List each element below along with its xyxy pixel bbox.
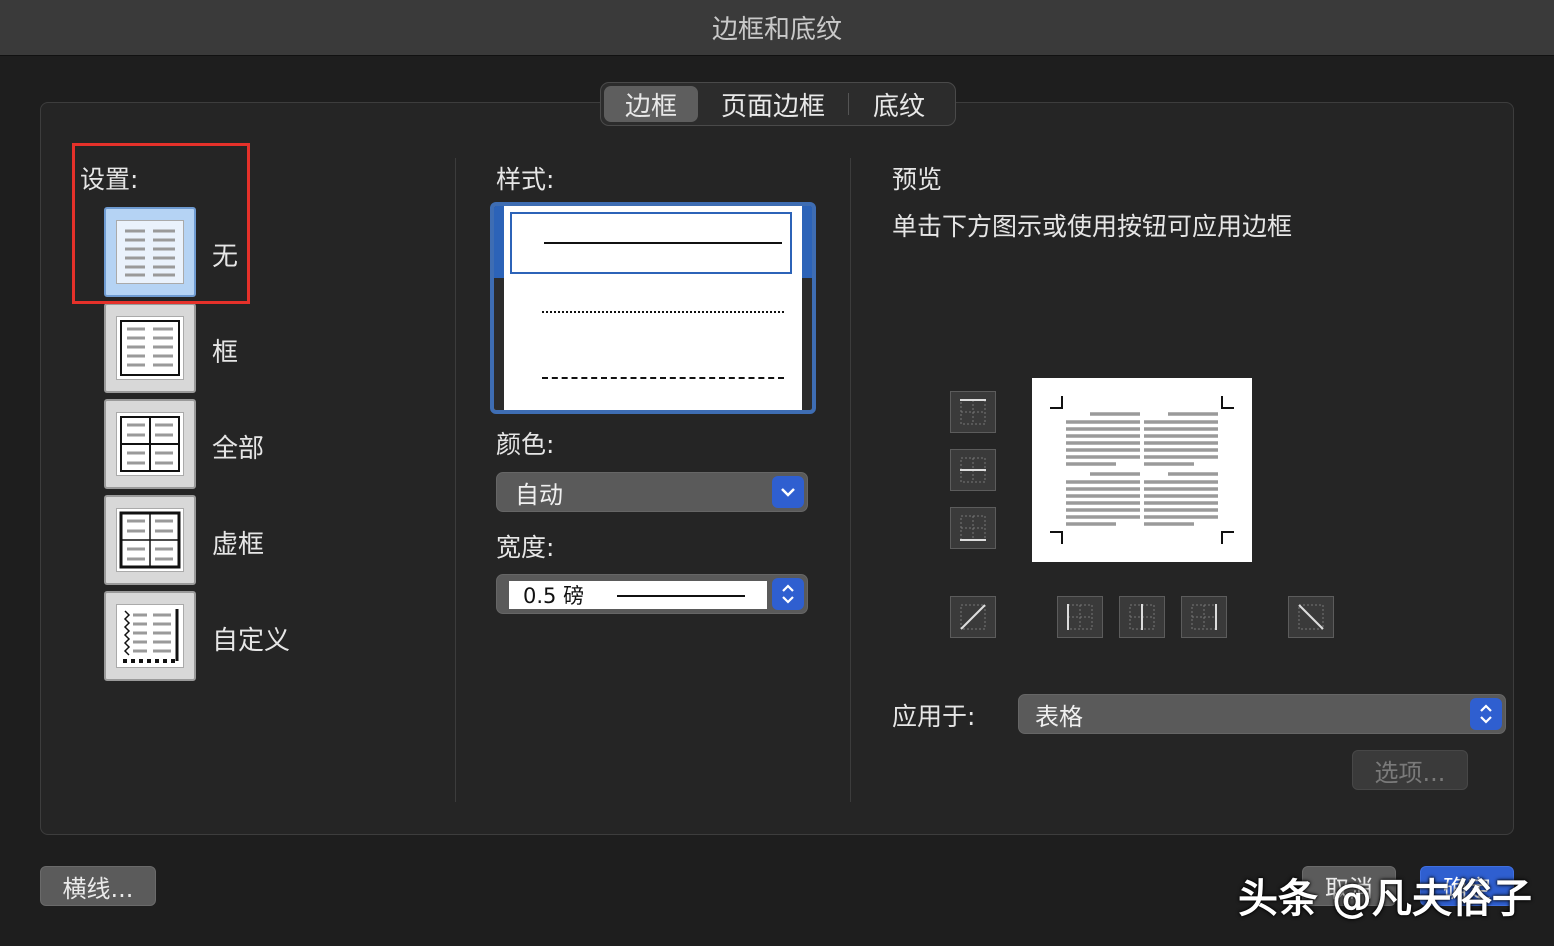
tab-shading[interactable]: 底纹 [849, 86, 949, 122]
setting-box-icon [116, 316, 184, 380]
border-inside-vertical-icon [1129, 604, 1155, 630]
width-field-box: 0.5 磅 [509, 581, 767, 609]
column-divider [455, 158, 456, 802]
border-left-button[interactable] [1057, 596, 1103, 638]
border-right-icon [1191, 604, 1217, 630]
setting-box-label: 框 [212, 338, 239, 368]
style-item-dashed[interactable] [510, 346, 792, 408]
diagonal-down-icon [1298, 604, 1324, 630]
setting-all-label: 全部 [212, 434, 265, 464]
preview-diagram[interactable] [1032, 378, 1252, 562]
tab-borders[interactable]: 边框 [604, 86, 698, 122]
color-dropdown[interactable]: 自动 [496, 472, 808, 512]
setting-label: 设置: [80, 165, 139, 194]
color-value: 自动 [515, 480, 563, 509]
border-bottom-button[interactable] [950, 507, 996, 549]
setting-none-button[interactable] [104, 207, 196, 297]
border-inside-horizontal-icon [960, 457, 986, 483]
border-inside-horizontal-button[interactable] [950, 449, 996, 491]
width-sample-line [617, 595, 745, 597]
style-label: 样式: [496, 165, 555, 194]
updown-chevron-icon [1470, 698, 1502, 730]
style-list-scrollbar[interactable] [802, 206, 812, 410]
updown-chevron-icon [772, 578, 804, 610]
setting-custom-label: 自定义 [212, 626, 291, 656]
width-label: 宽度: [496, 533, 555, 562]
setting-grid-label: 虚框 [212, 530, 265, 560]
diagonal-up-icon [960, 604, 986, 630]
width-value: 0.5 磅 [523, 584, 585, 608]
tab-bar: 边框 页面边框 底纹 [600, 82, 956, 126]
border-diagonal-up-button[interactable] [950, 596, 996, 638]
window-title: 边框和底纹 [0, 0, 1554, 56]
style-list[interactable] [490, 202, 816, 414]
setting-grid-icon [116, 508, 184, 572]
width-dropdown[interactable]: 0.5 磅 [496, 574, 808, 614]
color-label: 颜色: [496, 430, 555, 459]
horizontal-line-button[interactable]: 横线... [40, 866, 156, 906]
setting-all-icon [116, 412, 184, 476]
border-inside-vertical-button[interactable] [1119, 596, 1165, 638]
border-top-button[interactable] [950, 391, 996, 433]
border-top-icon [960, 399, 986, 425]
border-diagonal-down-button[interactable] [1288, 596, 1334, 638]
setting-box-button[interactable] [104, 303, 196, 393]
setting-none-icon [116, 220, 184, 284]
preview-hint: 单击下方图示或使用按钮可应用边框 [892, 212, 1293, 241]
preview-title: 预览 [892, 165, 943, 194]
border-right-button[interactable] [1181, 596, 1227, 638]
setting-all-button[interactable] [104, 399, 196, 489]
setting-custom-button[interactable] [104, 591, 196, 681]
style-list-gutter [494, 206, 504, 410]
apply-to-dropdown[interactable]: 表格 [1018, 694, 1506, 734]
apply-to-value: 表格 [1035, 702, 1083, 731]
border-bottom-icon [960, 515, 986, 541]
style-item-dotted[interactable] [510, 280, 792, 342]
setting-custom-icon [116, 604, 184, 668]
border-left-icon [1067, 604, 1093, 630]
style-item-solid[interactable] [510, 212, 792, 274]
setting-none-label: 无 [212, 242, 239, 272]
apply-to-label: 应用于: [892, 702, 976, 731]
setting-grid-button[interactable] [104, 495, 196, 585]
watermark: 头条 @凡夫俗子 [1238, 876, 1532, 922]
options-button[interactable]: 选项... [1352, 750, 1468, 790]
chevron-down-icon [772, 476, 804, 508]
tab-page-borders[interactable]: 页面边框 [698, 86, 848, 122]
column-divider [850, 158, 851, 802]
